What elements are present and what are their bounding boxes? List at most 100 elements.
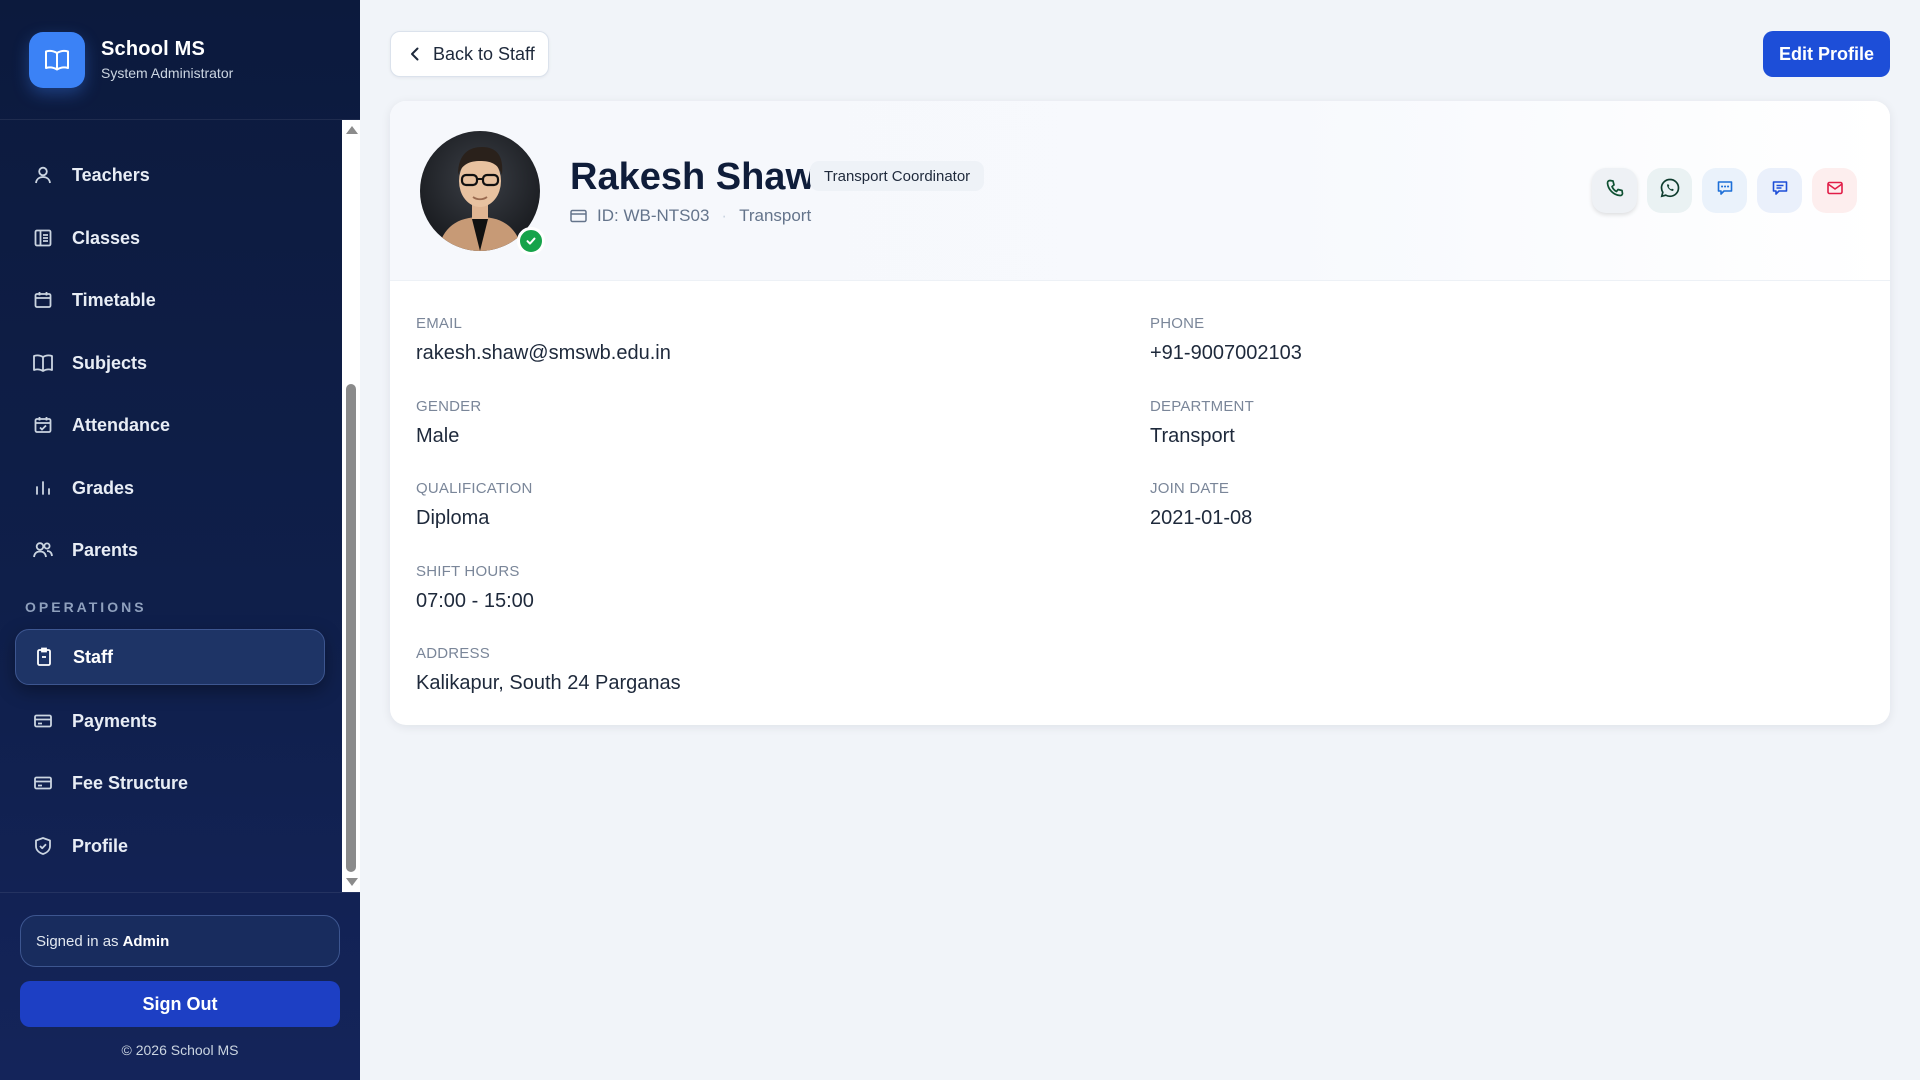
department-tag: Transport bbox=[739, 206, 812, 225]
field-phone: PHONE +91-9007002103 bbox=[1150, 315, 1302, 365]
sidebar-item-attendance[interactable]: Attendance bbox=[15, 397, 325, 453]
shield-icon bbox=[32, 835, 54, 857]
field-join-date: JOIN DATE 2021-01-08 bbox=[1150, 480, 1252, 530]
edit-profile-button[interactable]: Edit Profile bbox=[1763, 31, 1890, 77]
scroll-up-icon[interactable] bbox=[346, 126, 358, 134]
field-address: ADDRESS Kalikapur, South 24 Parganas bbox=[416, 645, 681, 695]
field-shift-hours: SHIFT HOURS 07:00 - 15:00 bbox=[416, 563, 534, 613]
sidebar-item-label: Classes bbox=[72, 227, 141, 248]
sidebar-item-label: Teachers bbox=[72, 164, 150, 185]
phone-icon bbox=[1605, 178, 1625, 203]
copyright: © 2026 School MS bbox=[121, 1042, 239, 1058]
calendar-check-icon bbox=[32, 414, 54, 436]
sign-out-button[interactable]: Sign Out bbox=[20, 981, 340, 1027]
field-value: 07:00 - 15:00 bbox=[416, 590, 534, 612]
sidebar-item-label: Staff bbox=[73, 646, 113, 667]
mail-icon bbox=[1826, 180, 1844, 201]
message-button[interactable] bbox=[1757, 168, 1802, 213]
badge-icon bbox=[33, 646, 55, 668]
field-label: QUALIFICATION bbox=[416, 480, 533, 497]
field-label: GENDER bbox=[416, 398, 482, 415]
sidebar-nav: Teachers Classes Timetable Subjects Atte… bbox=[0, 120, 342, 892]
field-label: DEPARTMENT bbox=[1150, 398, 1254, 415]
brand-name: School MS bbox=[101, 38, 206, 60]
sidebar-item-parents[interactable]: Parents bbox=[15, 522, 325, 578]
layout-icon bbox=[32, 227, 54, 249]
staff-id: ID: WB-NTS03 bbox=[597, 206, 710, 225]
back-button-label: Back to Staff bbox=[433, 43, 535, 64]
card-icon bbox=[32, 772, 54, 794]
field-value: Male bbox=[416, 425, 460, 447]
sidebar-item-timetable[interactable]: Timetable bbox=[15, 272, 325, 328]
sidebar-item-staff[interactable]: Staff bbox=[15, 629, 325, 685]
field-email: EMAIL rakesh.shaw@smswb.edu.in bbox=[416, 315, 671, 365]
book-open-icon bbox=[29, 31, 85, 88]
sidebar-item-label: Payments bbox=[72, 710, 158, 731]
calendar-icon bbox=[32, 289, 54, 311]
sidebar-item-label: Subjects bbox=[72, 352, 148, 373]
field-label: EMAIL bbox=[416, 315, 463, 332]
sidebar-item-profile[interactable]: Profile bbox=[15, 818, 325, 874]
message-icon bbox=[1771, 179, 1789, 202]
call-button[interactable] bbox=[1592, 168, 1637, 213]
user-icon bbox=[32, 164, 54, 186]
id-card-icon bbox=[570, 209, 587, 223]
sidebar-footer: Signed in as Admin Sign Out © 2026 Schoo… bbox=[0, 892, 360, 1080]
contact-actions bbox=[1592, 168, 1857, 213]
field-label: JOIN DATE bbox=[1150, 480, 1230, 497]
profile-card-header: Rakesh Shaw Transport Coordinator ID: WB… bbox=[390, 101, 1890, 281]
profile-meta: ID: WB-NTS03 · Transport bbox=[570, 206, 811, 226]
sidebar-item-classes[interactable]: Classes bbox=[15, 210, 325, 266]
section-label-operations: OPERATIONS bbox=[25, 599, 147, 615]
sidebar: School MS System Administrator Teachers … bbox=[0, 0, 360, 1080]
email-button[interactable] bbox=[1812, 168, 1857, 213]
sidebar-item-label: Parents bbox=[72, 539, 139, 560]
sidebar-item-fee-structure[interactable]: Fee Structure bbox=[15, 755, 325, 811]
sidebar-item-label: Grades bbox=[72, 477, 135, 498]
field-gender: GENDER Male bbox=[416, 398, 481, 448]
field-label: ADDRESS bbox=[416, 645, 490, 662]
field-value: Diploma bbox=[416, 507, 490, 529]
sms-button[interactable] bbox=[1702, 168, 1747, 213]
signed-in-user: Admin bbox=[122, 932, 170, 950]
scroll-down-icon[interactable] bbox=[346, 878, 358, 886]
sidebar-item-label: Timetable bbox=[72, 289, 156, 310]
signed-in-prefix: Signed in as bbox=[36, 932, 119, 950]
profile-card: Rakesh Shaw Transport Coordinator ID: WB… bbox=[390, 101, 1890, 725]
verified-check-icon bbox=[517, 227, 545, 255]
field-qualification: QUALIFICATION Diploma bbox=[416, 480, 533, 530]
main-content: Back to Staff Edit Profile Rakesh Shaw T… bbox=[360, 0, 1920, 1080]
bar-chart-icon bbox=[32, 477, 54, 499]
sidebar-item-label: Profile bbox=[72, 835, 129, 856]
scroll-thumb[interactable] bbox=[346, 384, 356, 872]
field-value: 2021-01-08 bbox=[1150, 507, 1253, 529]
whatsapp-button[interactable] bbox=[1647, 168, 1692, 213]
sidebar-scrollbar[interactable] bbox=[342, 120, 360, 892]
meta-separator: · bbox=[721, 206, 728, 225]
chat-bubble-icon bbox=[1716, 179, 1734, 202]
field-department: DEPARTMENT Transport bbox=[1150, 398, 1254, 448]
book-icon bbox=[32, 352, 54, 374]
field-value: Transport bbox=[1150, 425, 1235, 447]
field-label: SHIFT HOURS bbox=[416, 563, 520, 580]
sidebar-item-subjects[interactable]: Subjects bbox=[15, 335, 325, 391]
field-value: rakesh.shaw@smswb.edu.in bbox=[416, 342, 671, 364]
sidebar-item-label: Attendance bbox=[72, 414, 171, 435]
brand-header: School MS System Administrator bbox=[0, 0, 360, 120]
sidebar-item-payments[interactable]: Payments bbox=[15, 693, 325, 749]
role-badge: Transport Coordinator bbox=[810, 161, 985, 191]
field-value: Kalikapur, South 24 Parganas bbox=[416, 672, 681, 694]
users-icon bbox=[32, 539, 54, 561]
signed-in-box: Signed in as Admin bbox=[20, 915, 340, 967]
profile-name: Rakesh Shaw bbox=[570, 156, 815, 198]
whatsapp-icon bbox=[1659, 177, 1681, 204]
field-label: PHONE bbox=[1150, 315, 1205, 332]
sidebar-item-label: Fee Structure bbox=[72, 772, 189, 793]
chevron-left-icon bbox=[409, 46, 421, 62]
sidebar-item-grades[interactable]: Grades bbox=[15, 460, 325, 516]
field-value: +91-9007002103 bbox=[1150, 342, 1302, 364]
card-icon bbox=[32, 710, 54, 732]
brand-role: System Administrator bbox=[101, 65, 234, 81]
sidebar-item-teachers[interactable]: Teachers bbox=[15, 147, 325, 203]
back-to-staff-button[interactable]: Back to Staff bbox=[390, 31, 549, 77]
